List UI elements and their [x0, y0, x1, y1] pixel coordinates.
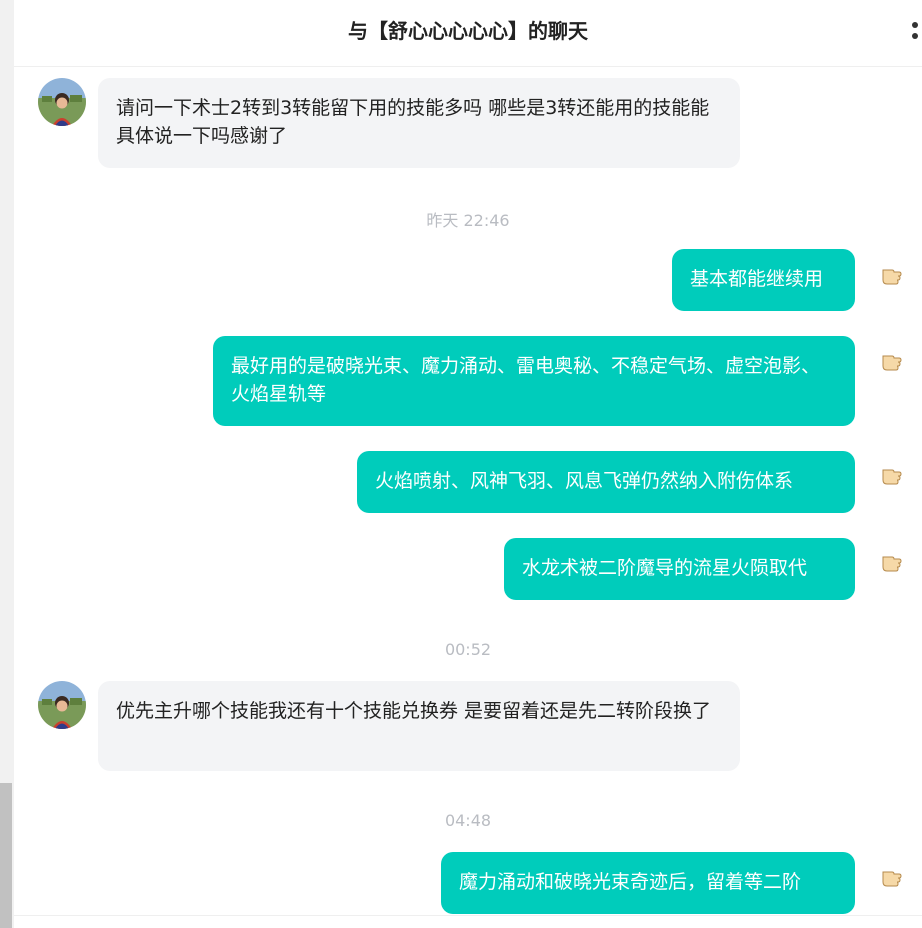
pointing-hand-icon: [880, 264, 904, 286]
message-text: 请问一下术士2转到3转能留下用的技能多吗 哪些是3转还能用的技能能具体说一下吗感…: [116, 97, 710, 147]
outgoing-message-bubble: 火焰喷射、风神飞羽、风息飞弹仍然纳入附伤体系: [357, 451, 855, 513]
pointing-hand-icon: [880, 464, 904, 486]
message-text: 水龙术被二阶魔导的流星火陨取代: [522, 557, 808, 579]
outgoing-message-bubble: 魔力涌动和破晓光束奇迹后，留着等二阶: [441, 852, 855, 914]
incoming-message-bubble: 优先主升哪个技能我还有十个技能兑换券 是要留着还是先二转阶段换了: [98, 681, 740, 771]
chat-title: 与【舒心心心心心】的聊天: [348, 19, 588, 43]
avatar[interactable]: [38, 681, 86, 729]
more-vertical-icon[interactable]: [912, 22, 922, 42]
left-scrollbar-thumb[interactable]: [0, 783, 12, 928]
pointing-hand-icon: [880, 866, 904, 888]
avatar[interactable]: [38, 78, 86, 126]
message-text: 最好用的是破晓光束、魔力涌动、雷电奥秘、不稳定气场、虚空泡影、火焰星轨等: [231, 355, 821, 405]
message-text: 优先主升哪个技能我还有十个技能兑换券 是要留着还是先二转阶段换了: [116, 700, 712, 722]
outgoing-message-bubble: 水龙术被二阶魔导的流星火陨取代: [504, 538, 855, 600]
pointing-hand-icon: [880, 551, 904, 573]
pointing-hand-icon: [880, 350, 904, 372]
timestamp: 昨天 22:46: [426, 211, 510, 230]
incoming-message-bubble: 请问一下术士2转到3转能留下用的技能多吗 哪些是3转还能用的技能能具体说一下吗感…: [98, 78, 740, 168]
outgoing-message-bubble: 最好用的是破晓光束、魔力涌动、雷电奥秘、不稳定气场、虚空泡影、火焰星轨等: [213, 336, 855, 426]
divider: [14, 915, 922, 916]
left-scrollbar-track[interactable]: [0, 0, 14, 928]
timestamp: 00:52: [444, 640, 492, 659]
message-text: 魔力涌动和破晓光束奇迹后，留着等二阶: [459, 871, 802, 893]
chat-header: 与【舒心心心心心】的聊天: [14, 0, 922, 67]
timestamp: 04:48: [444, 811, 492, 830]
outgoing-message-bubble: 基本都能继续用: [672, 249, 855, 311]
message-text: 火焰喷射、风神飞羽、风息飞弹仍然纳入附伤体系: [375, 470, 794, 492]
message-text: 基本都能继续用: [690, 268, 824, 290]
